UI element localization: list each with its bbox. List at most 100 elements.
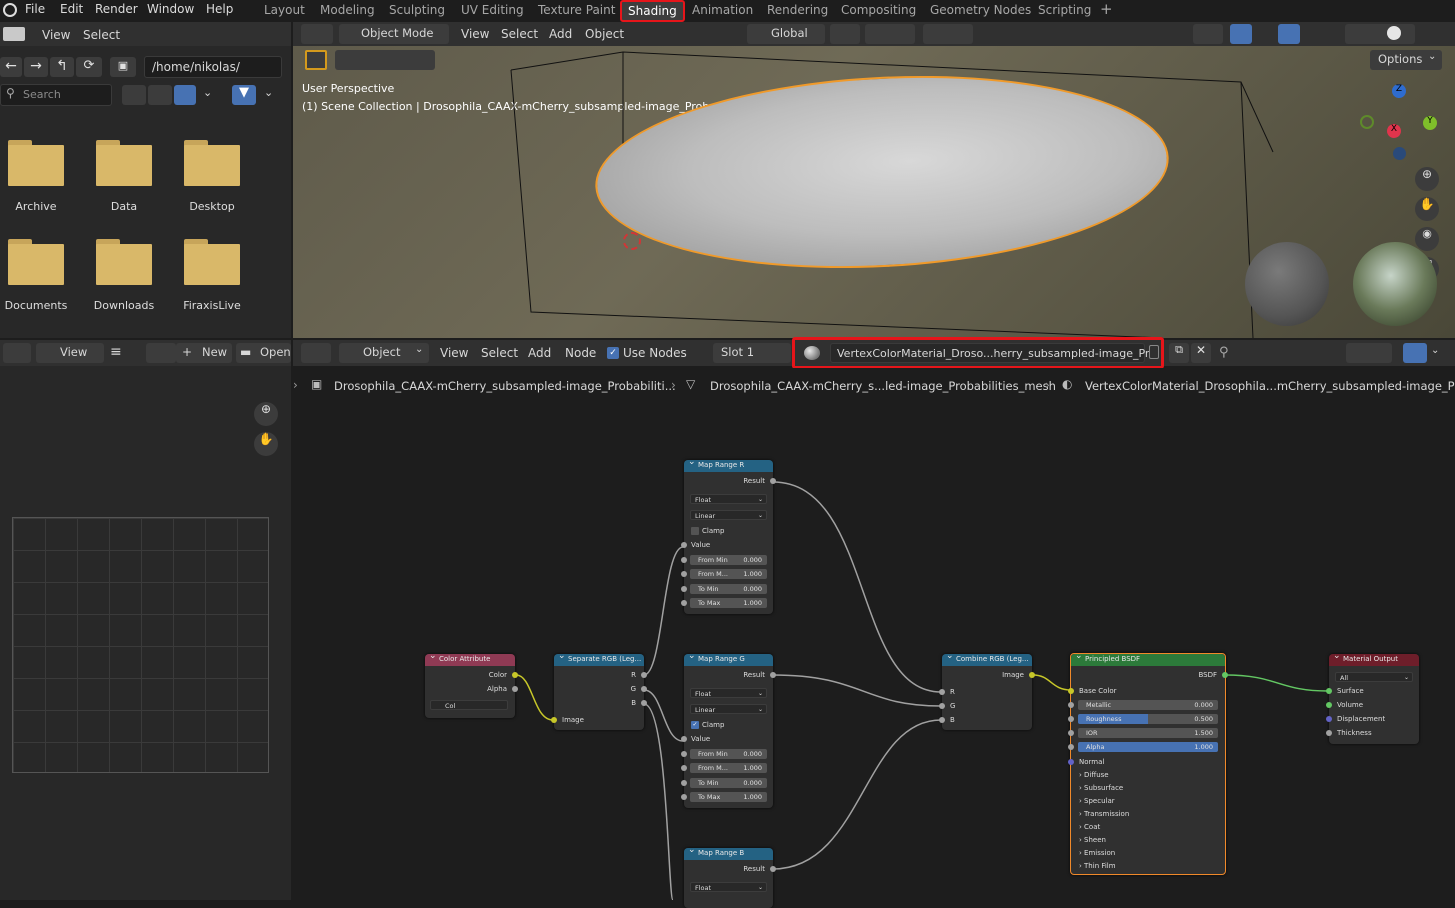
- menu-view[interactable]: View: [42, 28, 70, 42]
- material-name-field[interactable]: VertexColorMaterial_Droso...herry_subsam…: [830, 343, 1149, 363]
- editor-type-icon[interactable]: [3, 27, 25, 41]
- open-image-button[interactable]: ▬ Open: [236, 343, 291, 363]
- socket-normal-in[interactable]: [1068, 759, 1074, 765]
- data-type-select[interactable]: Float ⌄: [690, 494, 767, 504]
- socket-in[interactable]: [681, 586, 687, 592]
- panel-specular[interactable]: › Specular: [1079, 797, 1115, 805]
- slot-select[interactable]: Slot 1: [713, 343, 791, 363]
- tab-uv-editing[interactable]: UV Editing: [461, 3, 524, 17]
- node-material-output[interactable]: Material Output All⌄ Surface Volume Disp…: [1326, 651, 1419, 744]
- editor-type-button[interactable]: [301, 343, 331, 363]
- zoom-icon[interactable]: ⊕: [254, 402, 278, 426]
- socket-g-out[interactable]: [641, 686, 647, 692]
- menu-node[interactable]: Node: [565, 346, 596, 360]
- tab-geometry-nodes[interactable]: Geometry Nodes: [930, 3, 1031, 17]
- thumbnails-button[interactable]: [174, 85, 196, 105]
- socket-r-out[interactable]: [641, 672, 647, 678]
- axis-neg-z[interactable]: [1393, 147, 1406, 160]
- folder-desktop[interactable]: [184, 140, 240, 186]
- overlay-toggle-button[interactable]: [1403, 343, 1427, 363]
- socket-in[interactable]: [681, 765, 687, 771]
- unlink-material-button[interactable]: ✕: [1191, 343, 1211, 363]
- back-button[interactable]: ←: [0, 57, 22, 77]
- tab-animation[interactable]: Animation: [692, 3, 753, 17]
- camera-icon[interactable]: ◉: [1415, 227, 1439, 251]
- tab-scripting[interactable]: Scripting: [1038, 3, 1091, 17]
- blender-logo-icon[interactable]: [3, 3, 17, 17]
- data-type-select[interactable]: Float ⌄: [690, 688, 767, 698]
- hamburger-menu-icon[interactable]: ≡: [110, 344, 122, 360]
- to-max-field[interactable]: To Max 1.000: [690, 792, 767, 802]
- filter-button[interactable]: ▼: [232, 85, 256, 105]
- tab-sculpting[interactable]: Sculpting: [389, 3, 445, 17]
- socket-r-in[interactable]: [939, 689, 945, 695]
- socket-thickness-in[interactable]: [1326, 730, 1332, 736]
- menu-render[interactable]: Render: [95, 2, 138, 16]
- menu-select[interactable]: Select: [481, 346, 518, 360]
- socket-metallic-in[interactable]: [1068, 702, 1074, 708]
- socket-in[interactable]: [681, 600, 687, 606]
- new-image-button[interactable]: + New: [176, 343, 232, 363]
- node-map-range-r[interactable]: Map Range R Result Float⌄ Linear⌄ Clamp …: [681, 457, 776, 614]
- socket-roughness-in[interactable]: [1068, 716, 1074, 722]
- socket-bsdf-out[interactable]: [1222, 672, 1228, 678]
- metallic-field[interactable]: Metallic 0.000: [1078, 700, 1218, 710]
- pin-icon[interactable]: ⚲: [1219, 345, 1229, 360]
- socket-image-in[interactable]: [551, 717, 557, 723]
- tab-compositing[interactable]: Compositing: [841, 3, 916, 17]
- tab-rendering[interactable]: Rendering: [767, 3, 828, 17]
- list-vertical-button[interactable]: [122, 85, 146, 105]
- socket-volume-in[interactable]: [1326, 702, 1332, 708]
- chevron-down-icon[interactable]: ⌄: [1431, 345, 1439, 356]
- axis-neg-y[interactable]: [1360, 115, 1374, 129]
- path-field[interactable]: /home/nikolas/: [144, 56, 282, 78]
- from-max-field[interactable]: From M... 1.000: [690, 569, 767, 579]
- fake-user-icon[interactable]: [1149, 345, 1159, 359]
- socket-base-color-in[interactable]: [1068, 688, 1074, 694]
- view-mode-button[interactable]: View: [36, 343, 104, 363]
- node-map-range-b[interactable]: Map Range B Result Float⌄: [684, 845, 776, 908]
- uv-grid[interactable]: [12, 517, 269, 773]
- socket-alpha-in[interactable]: [1068, 744, 1074, 750]
- panel-diffuse[interactable]: › Diffuse: [1079, 771, 1109, 779]
- alpha-field[interactable]: Alpha 1.000: [1078, 742, 1218, 752]
- socket-in[interactable]: [681, 751, 687, 757]
- socket-value-in[interactable]: [681, 736, 687, 742]
- image-browse-button[interactable]: [146, 343, 176, 363]
- socket-in[interactable]: [681, 571, 687, 577]
- panel-transmission[interactable]: › Transmission: [1079, 810, 1129, 818]
- to-max-field[interactable]: To Max 1.000: [690, 598, 767, 608]
- interpolation-select[interactable]: Linear ⌄: [690, 704, 767, 714]
- menu-view[interactable]: View: [440, 346, 468, 360]
- menu-add[interactable]: Add: [528, 346, 551, 360]
- socket-ior-in[interactable]: [1068, 730, 1074, 736]
- panel-emission[interactable]: › Emission: [1079, 849, 1115, 857]
- forward-button[interactable]: →: [24, 57, 48, 77]
- menu-window[interactable]: Window: [147, 2, 194, 16]
- node-editor[interactable]: › ▣ Drosophila_CAAX-mCherry_subsampled-i…: [293, 368, 1455, 908]
- folder-downloads[interactable]: [96, 239, 152, 285]
- clamp-checkbox[interactable]: [691, 527, 699, 535]
- folder-firaxislive[interactable]: [184, 239, 240, 285]
- from-min-field[interactable]: From Min 0.000: [690, 555, 767, 565]
- axis-y[interactable]: Y: [1423, 116, 1437, 130]
- pan-hand-icon[interactable]: ✋: [1415, 197, 1439, 221]
- chevron-down-icon[interactable]: ⌄: [203, 86, 212, 99]
- target-select[interactable]: All ⌄: [1335, 672, 1413, 682]
- to-min-field[interactable]: To Min 0.000: [690, 584, 767, 594]
- search-input[interactable]: ⚲ Search: [0, 84, 112, 106]
- roughness-field[interactable]: Roughness 0.500: [1078, 714, 1218, 724]
- editor-type-button[interactable]: [3, 343, 31, 363]
- folder-data[interactable]: [96, 140, 152, 186]
- ior-field[interactable]: IOR 1.500: [1078, 728, 1218, 738]
- use-nodes-checkbox[interactable]: ✓: [607, 347, 619, 359]
- axis-x[interactable]: X: [1387, 124, 1401, 138]
- new-folder-button[interactable]: ▣: [110, 57, 136, 77]
- node-separate-rgb[interactable]: Separate RGB (Leg... R G B Image: [551, 651, 647, 730]
- from-min-field[interactable]: From Min 0.000: [690, 749, 767, 759]
- socket-surface-in[interactable]: [1326, 688, 1332, 694]
- tab-modeling[interactable]: Modeling: [320, 3, 375, 17]
- node-color-attribute[interactable]: Color Attribute Color Alpha Col: [425, 651, 518, 718]
- data-type-select[interactable]: Float ⌄: [690, 882, 767, 892]
- add-workspace-button[interactable]: +: [1100, 0, 1113, 18]
